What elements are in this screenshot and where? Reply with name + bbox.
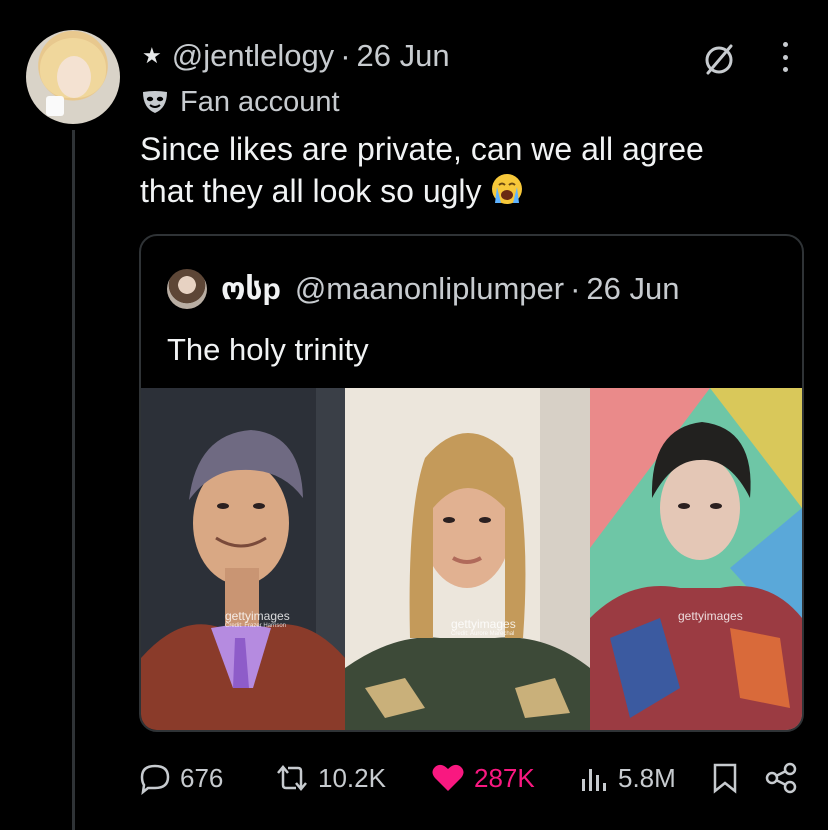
account-label-text: Fan account — [180, 85, 340, 118]
view-count: 5.8M — [618, 762, 676, 793]
share-button[interactable] — [764, 758, 806, 798]
views-icon — [582, 769, 606, 791]
bookmark-icon — [713, 763, 737, 794]
reply-button[interactable]: 676 — [138, 758, 223, 798]
quote-avatar[interactable] — [167, 269, 207, 309]
quote-separator: · — [570, 271, 581, 306]
reply-count: 676 — [180, 762, 224, 793]
tweet-text-line-2: that they all look so ugly — [140, 170, 790, 212]
quote-display-name[interactable]: ოსp — [221, 272, 281, 307]
tweet-header: ★ @jentlelogy · 26 Jun — [142, 36, 450, 76]
star-icon: ★ — [142, 43, 162, 68]
reply-icon — [140, 764, 170, 795]
photo-3[interactable]: gettyimages — [590, 388, 802, 730]
photo-1-credit: Credit: Frazer Harrison — [225, 623, 287, 629]
quote-date[interactable]: 26 Jun — [586, 271, 679, 307]
thread-line — [72, 130, 75, 830]
action-bar: 676 10.2K 287K 5.8M — [138, 758, 808, 798]
tweet-text-line-2-text: that they all look so ugly — [140, 173, 482, 209]
photo-2-watermark-text: gettyimages — [451, 617, 516, 631]
mask-icon — [143, 91, 167, 113]
photo-2-art — [345, 388, 590, 730]
crying-face-icon — [491, 174, 522, 204]
quote-handle[interactable]: @maanonliplumper — [295, 271, 564, 307]
repost-icon — [277, 765, 307, 791]
tweet-text: Since likes are private, can we all agre… — [140, 128, 790, 212]
photo-3-watermark: gettyimages — [678, 610, 743, 622]
repost-button[interactable]: 10.2K — [274, 758, 386, 798]
photo-1-watermark-text: gettyimages — [225, 609, 290, 623]
mute-icon[interactable] — [700, 40, 738, 78]
avatar-phone — [46, 96, 64, 116]
more-options-icon[interactable] — [776, 38, 794, 76]
photo-2[interactable]: gettyimages Credit: Aurore Marechal — [345, 388, 590, 730]
heart-icon — [432, 764, 464, 791]
photo-2-credit: Credit: Aurore Marechal — [451, 631, 515, 637]
quote-media: gettyimages Credit: Frazer Harrison gett… — [141, 388, 802, 730]
author-avatar[interactable] — [26, 30, 120, 124]
quote-header: ოსp @maanonliplumper · 26 Jun — [167, 268, 680, 310]
photo-1-watermark: gettyimages Credit: Frazer Harrison — [225, 610, 290, 630]
header-separator: · — [340, 38, 351, 73]
tweet-date[interactable]: 26 Jun — [357, 38, 450, 74]
author-handle[interactable]: @jentlelogy — [172, 38, 334, 74]
photo-1[interactable]: gettyimages Credit: Frazer Harrison — [141, 388, 345, 730]
like-count: 287K — [474, 762, 535, 793]
share-icon — [765, 762, 797, 794]
tweet-text-line-1: Since likes are private, can we all agre… — [140, 131, 704, 167]
avatar-face — [57, 56, 91, 98]
photo-2-watermark: gettyimages Credit: Aurore Marechal — [451, 618, 516, 638]
photo-1-art — [141, 388, 345, 730]
account-label: Fan account — [142, 84, 340, 120]
views-button[interactable]: 5.8M — [578, 758, 676, 798]
bookmark-button[interactable] — [710, 758, 748, 798]
photo-3-art — [590, 388, 802, 730]
quoted-tweet[interactable]: ოსp @maanonliplumper · 26 Jun The holy t… — [139, 234, 804, 732]
quote-text: The holy trinity — [167, 332, 369, 367]
repost-count: 10.2K — [318, 762, 386, 793]
photo-3-watermark-text: gettyimages — [678, 609, 743, 623]
like-button[interactable]: 287K — [430, 758, 535, 798]
